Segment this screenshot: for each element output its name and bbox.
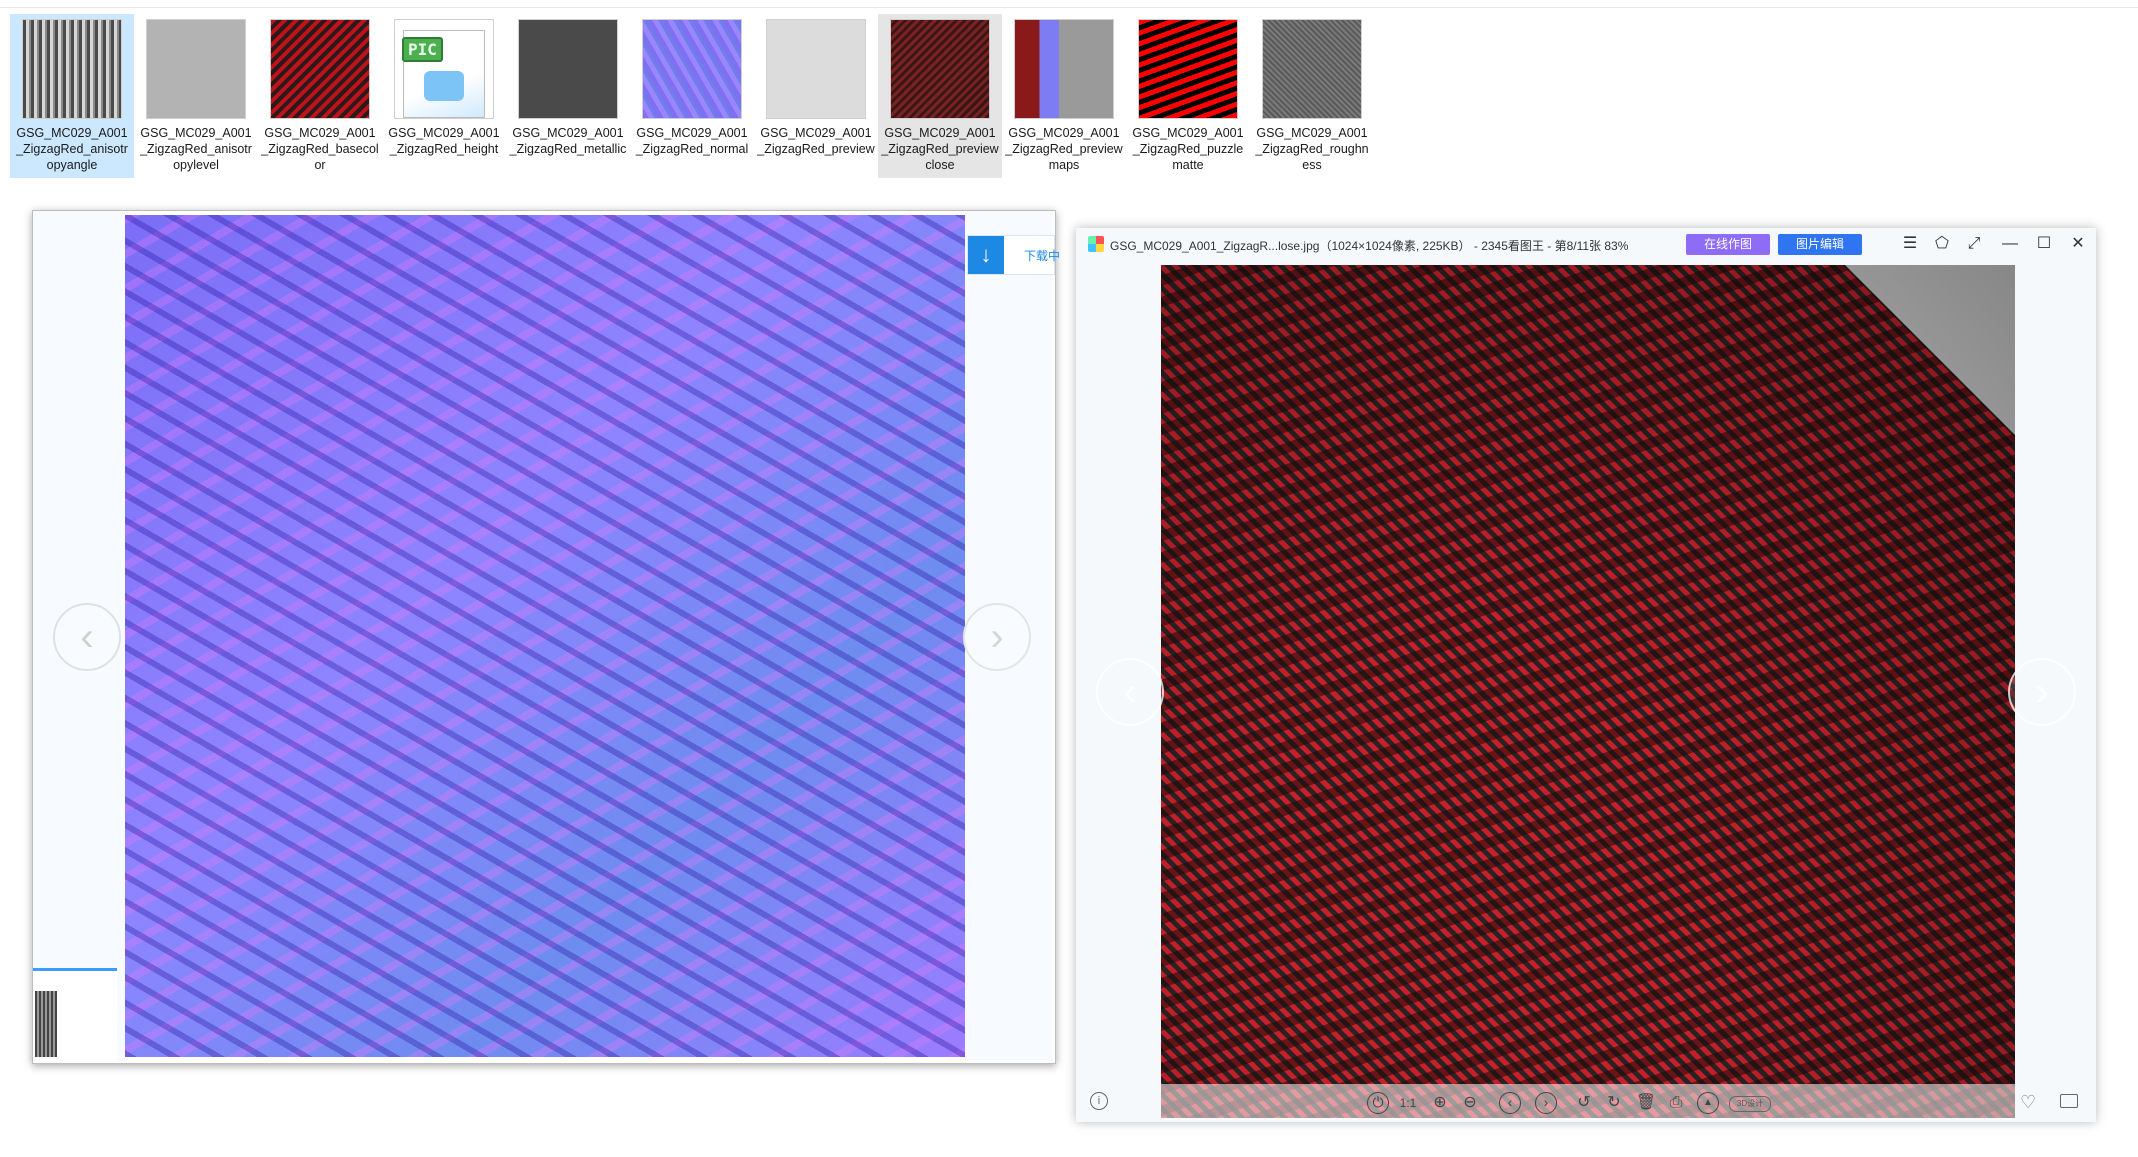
skin-icon[interactable]: ⬠ [1930, 232, 1954, 256]
file-thumbnail[interactable]: GSG_MC029_A001_ZigzagRed_previewmaps [1002, 14, 1126, 178]
file-name: GSG_MC029_A001_ZigzagRed_normal [635, 126, 749, 156]
thumbnail-image [1014, 19, 1114, 119]
file-thumbnail[interactable]: GSG_MC029_A001_ZigzagRed_metallic [506, 14, 630, 178]
file-thumbnail[interactable]: PIC GSG_MC029_A001_ZigzagRed_height [382, 14, 506, 178]
actual-size-button[interactable]: 1:1 [1397, 1092, 1419, 1114]
zoom-in-icon[interactable]: ⊕ [1429, 1092, 1451, 1114]
next-arrow-icon[interactable]: › [1535, 1092, 1557, 1114]
viewer-next-button[interactable]: › [2008, 658, 2076, 726]
thumbnail-image [1138, 19, 1238, 119]
preview-thumbnail-strip[interactable] [33, 968, 117, 1063]
file-thumbnail[interactable]: GSG_MC029_A001_ZigzagRed_roughness [1250, 14, 1374, 178]
file-thumbnail[interactable]: GSG_MC029_A001_ZigzagRed_preview [754, 14, 878, 178]
prev-arrow-icon[interactable]: ‹ [1499, 1092, 1521, 1114]
file-thumbnail[interactable]: GSG_MC029_A001_ZigzagRed_normal [630, 14, 754, 178]
thumbnail-image [1262, 19, 1362, 119]
rotate-left-icon[interactable]: ↺ [1573, 1092, 1595, 1114]
file-name: GSG_MC029_A001_ZigzagRed_basecolor [261, 126, 379, 172]
file-name: GSG_MC029_A001_ZigzagRed_roughness [1255, 126, 1369, 172]
top-divider [0, 7, 2138, 8]
close-button[interactable]: ✕ [2066, 232, 2090, 256]
menu-icon[interactable]: ☰ [1898, 232, 1922, 256]
rotate-right-icon[interactable]: ↻ [1603, 1092, 1625, 1114]
file-thumbnail[interactable]: GSG_MC029_A001_ZigzagRed_anisotropylevel [134, 14, 258, 178]
file-thumbnail[interactable]: GSG_MC029_A001_ZigzagRed_anisotropyangle [10, 14, 134, 178]
viewer-toolbar: ⏻ 1:1 ⊕ ⊖ ‹ › ↺ ↻ 🗑 ⎙ ▲ 3D设计 [1161, 1084, 2015, 1120]
online-drawing-button[interactable]: 在线作图 [1686, 234, 1770, 255]
pic-file-icon: PIC [394, 19, 494, 119]
app-logo-icon [1088, 236, 1104, 252]
print-icon[interactable]: ⎙ [1665, 1092, 1687, 1114]
thumbnail-image [766, 19, 866, 119]
fit-window-icon[interactable]: ⏻ [1367, 1092, 1389, 1114]
file-name: GSG_MC029_A001_ZigzagRed_anisotropylevel [140, 126, 252, 172]
pic-label: PIC [402, 37, 443, 62]
folder-icon[interactable] [2060, 1094, 2078, 1108]
preview-window: ↓ 下载中 ‹ › [32, 210, 1060, 1064]
viewer-titlebar[interactable]: GSG_MC029_A001_ZigzagR...lose.jpg（1024×1… [1076, 228, 2096, 262]
zoom-out-icon[interactable]: ⊖ [1459, 1092, 1481, 1114]
file-thumbnail-row: GSG_MC029_A001_ZigzagRed_anisotropyangle… [10, 14, 1374, 178]
info-icon[interactable]: i [1090, 1092, 1108, 1110]
previous-image-button[interactable]: ‹ [53, 603, 121, 671]
thumbnail-image [146, 19, 246, 119]
thumbnail-image [642, 19, 742, 119]
file-name: GSG_MC029_A001_ZigzagRed_preview [757, 126, 875, 156]
3d-design-badge[interactable]: 3D设计 [1729, 1096, 1771, 1112]
file-thumbnail[interactable]: GSG_MC029_A001_ZigzagRed_basecolor [258, 14, 382, 178]
viewer-previous-button[interactable]: ‹ [1096, 658, 1164, 726]
file-name: GSG_MC029_A001_ZigzagRed_anisotropyangle [16, 126, 128, 172]
mini-thumbnail[interactable] [35, 991, 57, 1057]
minimize-button[interactable]: — [1998, 232, 2022, 256]
file-name: GSG_MC029_A001_ZigzagRed_previewmaps [1005, 126, 1123, 172]
fabric-closeup-image [1161, 265, 2015, 1118]
file-name: GSG_MC029_A001_ZigzagRed_puzzlematte [1132, 126, 1244, 172]
image-viewer-window: GSG_MC029_A001_ZigzagR...lose.jpg（1024×1… [1076, 228, 2096, 1122]
file-thumbnail[interactable]: GSG_MC029_A001_ZigzagRed_previewclose [878, 14, 1002, 178]
down-arrow-icon: ↓ [968, 236, 1004, 274]
file-name: GSG_MC029_A001_ZigzagRed_previewclose [881, 126, 999, 172]
thumbnail-image [270, 19, 370, 119]
next-image-button[interactable]: › [963, 603, 1031, 671]
thumbnail-image [890, 19, 990, 119]
heart-icon[interactable]: ♡ [2020, 1092, 2036, 1113]
delete-icon[interactable]: 🗑 [1635, 1092, 1657, 1114]
share-icon[interactable]: ▲ [1697, 1092, 1719, 1114]
file-thumbnail[interactable]: GSG_MC029_A001_ZigzagRed_puzzlematte [1126, 14, 1250, 178]
file-name: GSG_MC029_A001_ZigzagRed_height [388, 126, 500, 156]
image-shading [1161, 265, 2015, 1118]
maximize-button[interactable]: ☐ [2032, 232, 2056, 256]
file-name: GSG_MC029_A001_ZigzagRed_metallic [509, 126, 627, 156]
fullscreen-icon[interactable]: ⤢ [1962, 232, 1986, 256]
download-button[interactable]: ↓ 下载中 [967, 235, 1060, 275]
thumbnail-image [518, 19, 618, 119]
viewer-title: GSG_MC029_A001_ZigzagR...lose.jpg（1024×1… [1110, 239, 1629, 253]
download-label: 下载中 [1024, 249, 1061, 263]
normal-map-image [125, 215, 965, 1057]
thumbnail-image [22, 19, 122, 119]
image-edit-button[interactable]: 图片编辑 [1778, 234, 1862, 255]
